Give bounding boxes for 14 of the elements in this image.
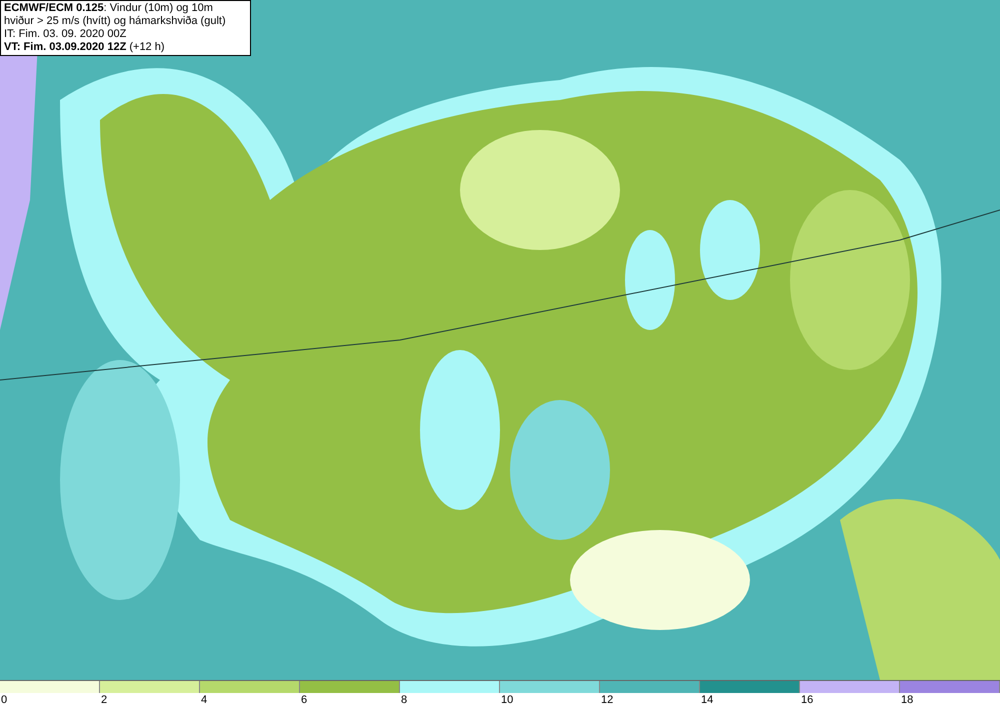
header-line: IT: Fim. 03. 09. 2020 00Z [4,28,128,41]
header-line: VT: Fim. 03.09.2020 12Z (+12 h) [4,41,166,54]
scale-label: 4 [200,693,208,707]
scale-label: 18 [900,693,914,707]
scale-label: 2 [100,693,108,707]
scale-label: 0 [0,693,8,707]
header-line: hviður > 25 m/s (hvítt) og hámarkshviða (gult) [4,15,227,28]
scale-label: 8 [400,693,408,707]
scale-label: 16 [800,693,814,707]
scale-label: 12 [600,693,614,707]
scale-label: 10 [500,693,514,707]
scale-label: 6 [300,693,308,707]
header-line: ECMWF/ECM 0.125: Vindur (10m) og 10m [4,2,214,15]
scale-label: 14 [700,693,714,707]
